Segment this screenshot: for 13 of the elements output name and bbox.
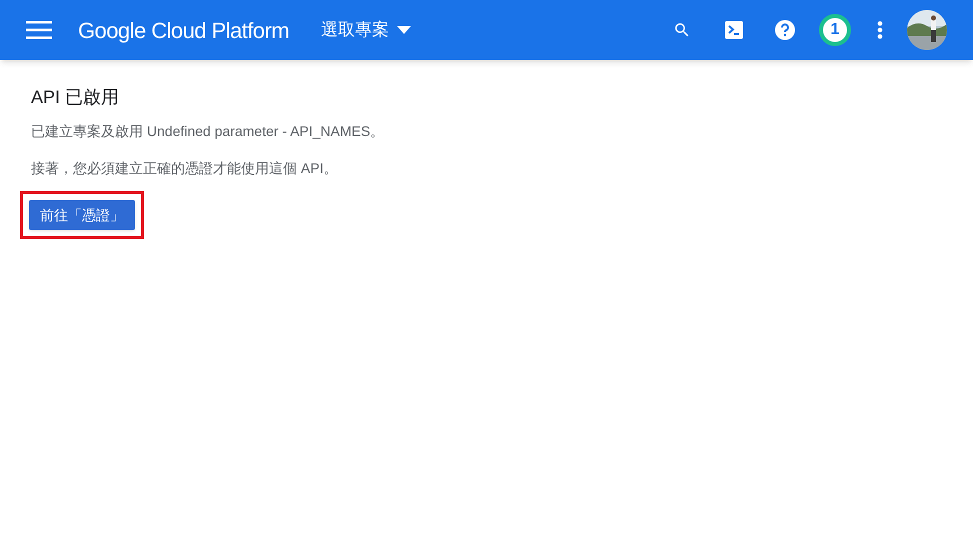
more-vert-icon[interactable] <box>877 21 883 39</box>
page-title: API 已啟用 <box>31 86 120 109</box>
credentials-button[interactable]: 前往「憑證」 <box>29 200 135 230</box>
project-picker[interactable]: 選取專案 <box>321 17 412 43</box>
menu-icon[interactable] <box>26 21 52 39</box>
notification-badge[interactable]: 1 <box>819 14 851 46</box>
terminal-icon[interactable] <box>725 21 743 39</box>
caret-icon <box>397 26 412 34</box>
description-text: 接著，您必須建立正確的憑證才能使用這個 API。 <box>31 159 338 178</box>
help-icon[interactable] <box>775 20 795 40</box>
description-text: 已建立專案及啟用 Undefined parameter - API_NAMES。 <box>31 122 386 141</box>
product-title[interactable]: Google Cloud Platform <box>78 14 290 46</box>
search-icon[interactable] <box>673 21 691 39</box>
